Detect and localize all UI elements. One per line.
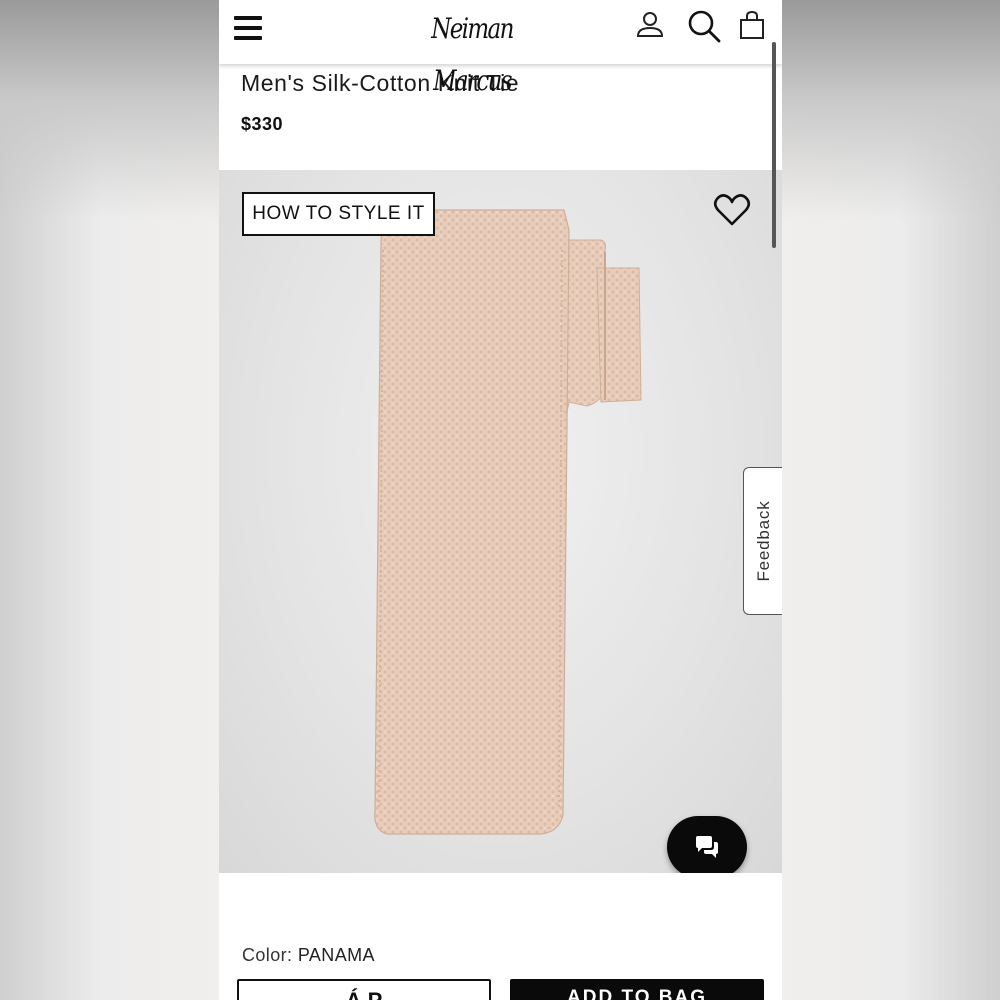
favorite-heart-icon[interactable] [712,190,752,230]
add-to-bag-button[interactable]: ADD TO BAG [510,979,764,1000]
knit-tie-image [374,209,642,835]
search-icon[interactable] [686,8,722,44]
feedback-tab[interactable]: Feedback [743,467,782,615]
menu-icon[interactable] [234,16,264,40]
apple-pay-button[interactable]: Á P [237,979,491,1000]
mobile-screen: Neiman Marcus Men's Silk-Cotton Knit Tie… [219,0,782,1000]
color-label: Color: [242,945,293,965]
site-header: Neiman Marcus [219,0,782,97]
shopping-bag-icon[interactable] [734,8,770,44]
page-scrollbar[interactable] [772,42,776,248]
product-price: $330 [241,114,284,134]
feedback-label: Feedback [753,500,773,582]
how-to-style-button[interactable]: HOW TO STYLE IT [242,192,435,236]
account-icon[interactable] [632,8,668,44]
color-selection: Color: PANAMA [242,945,375,966]
chat-button[interactable] [667,816,747,873]
chat-bubbles-icon [696,836,718,858]
color-value: PANAMA [297,945,375,965]
product-image[interactable]: HOW TO STYLE IT [219,170,782,873]
brand-logo[interactable]: Neiman Marcus [411,3,534,97]
